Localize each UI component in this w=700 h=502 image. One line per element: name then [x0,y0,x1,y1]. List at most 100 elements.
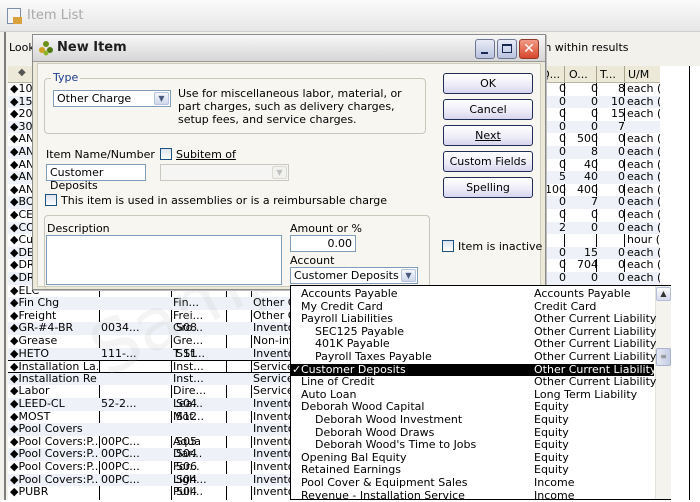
spelling-button[interactable]: Spelling [443,177,533,198]
cell-name: ◆Grease [10,335,58,347]
dropdown-item[interactable]: Deborah Wood Investment Equity [291,413,654,427]
cell-o: 7 [591,196,598,209]
cell-t: 7 [618,120,625,133]
cell-name: ◆Installation Re... [10,372,98,385]
cell-c3: Inst... [173,372,204,385]
dropdown-item[interactable]: Accounts Payable Accounts Payable [291,287,654,301]
subitem-label: Subitem of [176,148,236,161]
account-name: Accounts Payable [301,287,398,300]
item-list-titlebar[interactable]: Item List [0,0,700,32]
item-name-input[interactable]: Customer Deposits [46,164,146,192]
chevron-down-icon[interactable]: ▼ [154,92,169,105]
account-label: Account [290,254,335,267]
item-inactive-checkbox[interactable] [442,240,454,252]
dropdown-item[interactable]: Deborah Wood's Time to Jobs Equity [291,439,654,452]
cell-c2: 00PC... [101,448,140,461]
assemblies-checkbox[interactable] [45,194,57,206]
cell-o: 0 [591,83,598,95]
subitem-select[interactable]: ▼ [160,164,289,181]
look-for-label: Look [9,41,35,54]
cell-name: ◆Pool Covers [10,423,83,436]
description-label: Description [47,222,110,235]
subitem-checkbox[interactable] [160,148,172,160]
amount-label: Amount or % [290,222,362,235]
account-type: Equity [534,438,569,452]
cell-o: 0 [591,95,598,108]
scroll-up-icon[interactable]: ▲ [656,287,671,301]
cell-o: 0 [591,221,598,234]
cell-c4: S04 [176,398,197,410]
account-name: Payroll Taxes Payable [315,350,432,363]
column-divider[interactable] [596,66,597,82]
column-divider[interactable] [564,66,565,82]
account-type: Income [534,476,575,489]
assemblies-label: This item is used in assemblies or is a … [61,194,388,207]
item-inactive-label: Item is inactive [458,240,543,253]
cell-c4: S12 [176,410,197,423]
chevron-down-icon[interactable]: ▼ [272,166,287,179]
account-name: Payroll Liabilities [301,312,393,326]
account-select-value: Customer Deposits [294,269,399,282]
new-item-titlebar[interactable]: New Item ✕ [33,35,545,62]
column-line [689,66,690,500]
cell-name: ◆Fin Chg [10,297,60,310]
amount-input[interactable]: 0.00 [290,235,356,252]
chevron-down-icon[interactable]: ▼ [401,269,416,282]
cell-t: 0 [618,171,625,184]
dropdown-item[interactable]: Revenue - Installation Service Income [291,488,654,502]
cell-name: ◆PUBR [10,486,49,499]
cell-t: 0 [618,272,625,284]
cell-c4: S08 [176,322,197,335]
cancel-button[interactable]: Cancel [443,99,533,120]
account-type: Other Current Liability [534,375,657,389]
column-header-on-order[interactable]: O... [569,68,588,81]
maximize-button[interactable] [497,39,517,59]
dropdown-item[interactable]: Line of Credit Other Current Liability [291,375,657,389]
cell-o: 0 [591,108,598,121]
dropdown-item[interactable]: Pool Cover & Equipment Sales Income [291,476,654,490]
cell-name: ◆HETO [10,347,50,360]
close-button[interactable]: ✕ [519,39,539,59]
minimize-icon [481,52,488,54]
column-header-um[interactable]: U/M [628,68,649,81]
column-divider[interactable] [624,66,625,82]
cell-o: 400 [577,183,598,196]
account-select[interactable]: Customer Deposits ▼ [290,267,418,284]
cell-t: 0 [618,196,625,209]
account-name: Pool Cover & Equipment Sales [301,476,468,489]
cell-o: 704 [577,259,598,272]
dropdown-scrollbar[interactable]: ▲ ≡ [655,286,671,499]
cell-name: ◆Labor [10,385,50,398]
cell-c2: 00PC... [101,473,140,486]
cell-o: 0 [591,120,598,133]
next-button[interactable]: Next [443,125,533,146]
dropdown-item[interactable]: Payroll Liabilities Other Current Liabili… [291,312,656,326]
column-header-t[interactable]: T... [600,68,616,81]
item-name-label: Item Name/Number [46,148,155,161]
type-select[interactable]: Other Charge ▼ [53,90,171,107]
account-type: Accounts Payable [534,287,631,300]
account-type: Income [534,488,575,502]
dropdown-item[interactable]: Payroll Taxes Payable Other Current Liabi… [291,350,656,364]
custom-fields-button[interactable]: Custom Fields [443,151,533,172]
cell-c3: Fin... [173,297,200,310]
checkmark-icon: ✓ [292,362,302,376]
cell-c3: Dire... [173,385,207,398]
cell-t: 0 [618,209,625,221]
account-name: Deborah Wood Investment [315,413,463,426]
description-textarea[interactable] [46,235,282,285]
search-within-results-checkbox-label[interactable]: rch within results [534,41,629,54]
sort-diamond-icon[interactable]: ◆ [18,67,26,78]
cell-c2: 00PC... [101,461,140,473]
item-list-icon [7,8,22,24]
cell-name: ◆Pool Covers:P... [10,448,98,461]
cell-c2: 00PC... [101,435,140,448]
minimize-button[interactable] [475,39,495,59]
ok-button[interactable]: OK [443,73,533,94]
cell-t: 0 [618,259,625,272]
cell-o: 500 [577,133,598,146]
scroll-thumb[interactable]: ≡ [656,348,671,366]
dialog-title: New Item [57,40,127,55]
account-dropdown-list[interactable]: ▲ ≡ Accounts Payable Accounts Payable My C… [290,285,671,502]
cell-t: 0 [618,133,625,146]
